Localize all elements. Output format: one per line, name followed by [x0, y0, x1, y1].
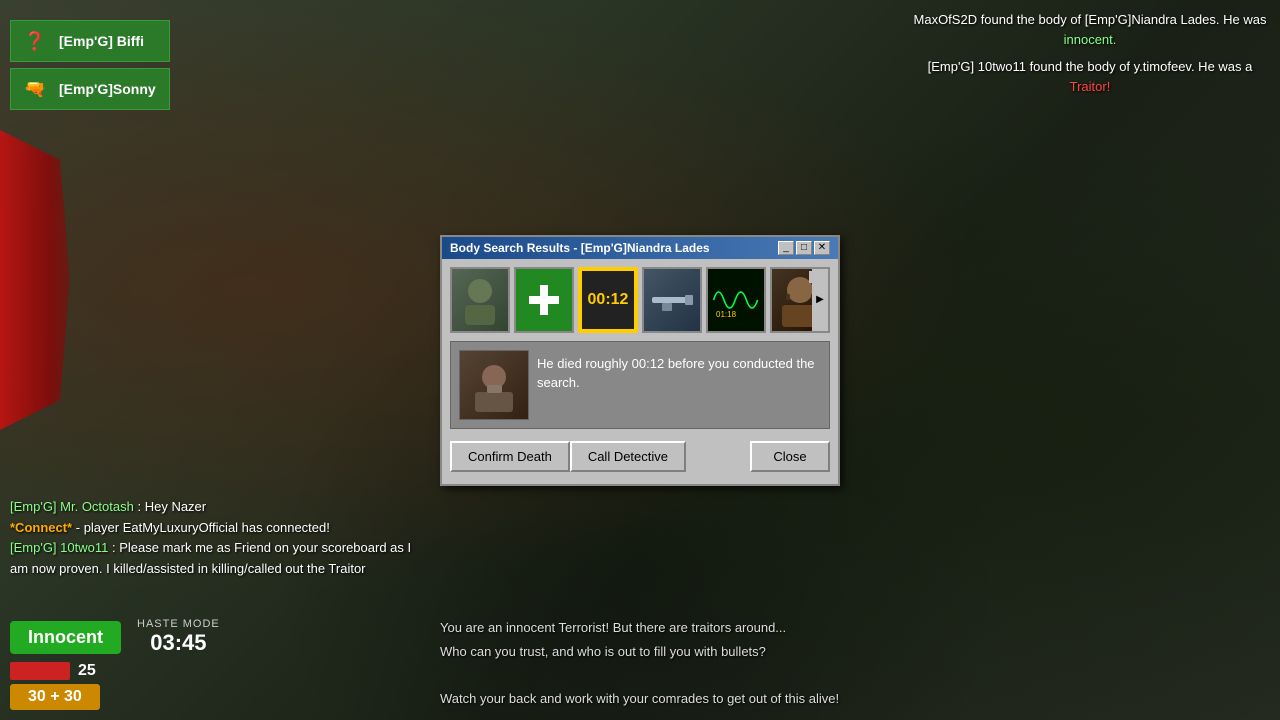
call-detective-button[interactable]: Call Detective — [570, 441, 686, 472]
health-cross-icon — [529, 285, 559, 315]
sine-svg: 01:18 — [711, 280, 761, 320]
modal-close-button[interactable]: ✕ — [814, 241, 830, 255]
evidence-portrait[interactable]: it's ▶ — [770, 267, 830, 333]
modal-overlay: Body Search Results - [Emp'G]Niandra Lad… — [0, 0, 1280, 720]
modal-maximize-button[interactable]: □ — [796, 241, 812, 255]
evidence-weapon[interactable] — [642, 267, 702, 333]
modal-controls: _ □ ✕ — [778, 241, 830, 255]
info-icon-svg — [467, 357, 522, 412]
avatar-svg — [460, 275, 500, 325]
close-button[interactable]: Close — [750, 441, 830, 472]
modal-title: Body Search Results - [Emp'G]Niandra Lad… — [450, 241, 710, 255]
evidence-time-selected[interactable]: 00:12 — [578, 267, 638, 333]
play-button[interactable]: ▶ — [812, 269, 828, 331]
info-icon — [459, 350, 529, 420]
time-display: 00:12 — [580, 269, 636, 331]
health-cross-display — [516, 269, 572, 331]
confirm-death-button[interactable]: Confirm Death — [450, 441, 570, 472]
action-row: Confirm Death Call Detective Close — [450, 437, 830, 476]
info-panel: He died roughly 00:12 before you conduct… — [450, 341, 830, 429]
info-text: He died roughly 00:12 before you conduct… — [537, 350, 821, 393]
sine-display: 01:18 — [708, 269, 764, 331]
modal-minimize-button[interactable]: _ — [778, 241, 794, 255]
modal-content: 00:12 — [442, 259, 838, 484]
modal-titlebar: Body Search Results - [Emp'G]Niandra Lad… — [442, 237, 838, 259]
body-search-modal: Body Search Results - [Emp'G]Niandra Lad… — [440, 235, 840, 486]
time-value: 00:12 — [588, 291, 629, 309]
weapon-svg — [647, 285, 697, 315]
weapon-display — [644, 269, 700, 331]
evidence-avatar[interactable] — [450, 267, 510, 333]
evidence-health[interactable] — [514, 267, 574, 333]
avatar-display — [452, 269, 508, 331]
svg-text:01:18: 01:18 — [716, 309, 737, 318]
evidence-row: 00:12 — [450, 267, 830, 333]
evidence-sine[interactable]: 01:18 — [706, 267, 766, 333]
